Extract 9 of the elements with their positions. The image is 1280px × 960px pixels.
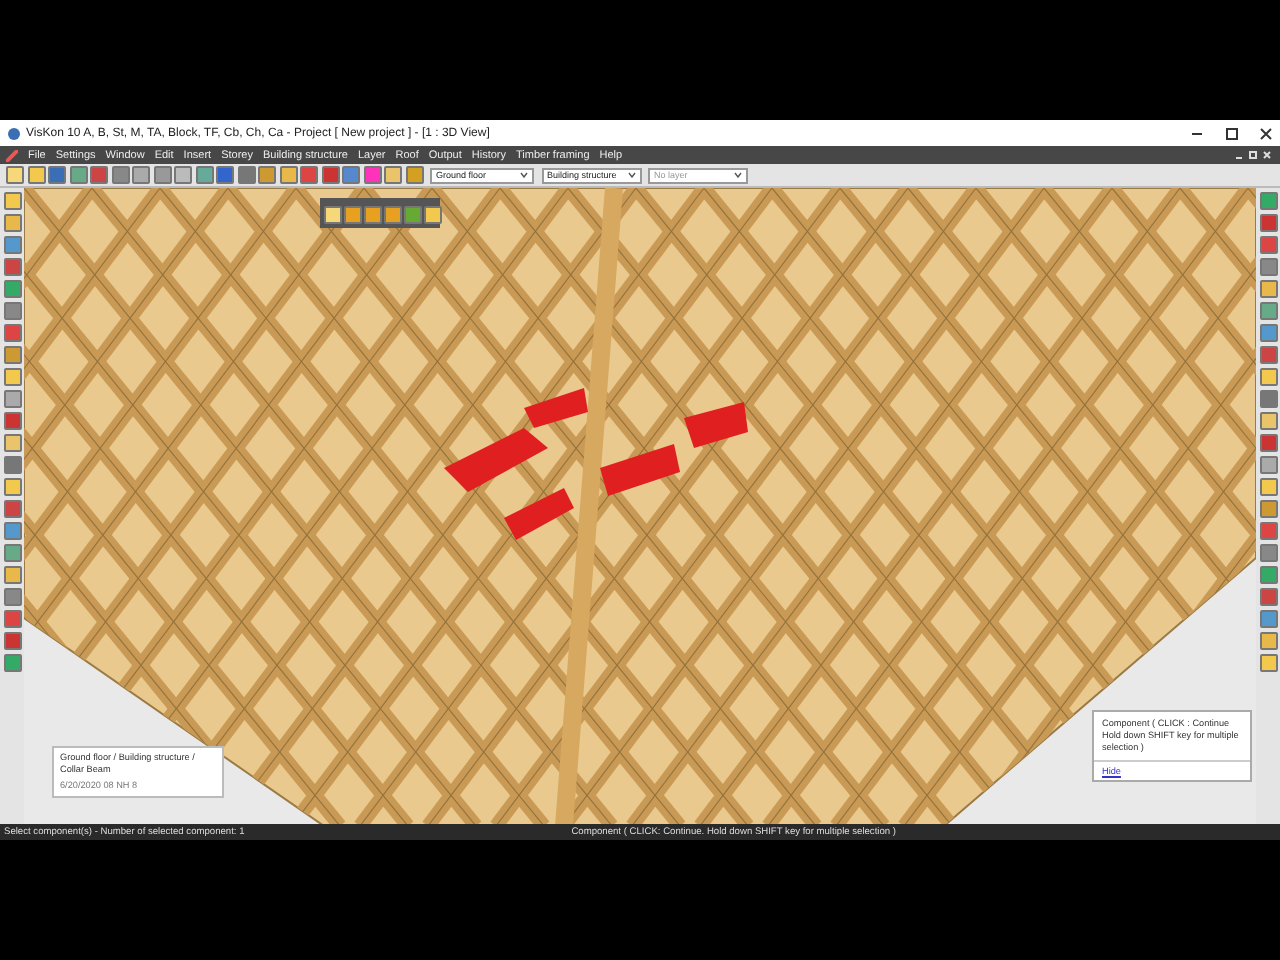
pencil-icon: [6, 149, 18, 161]
caret-icon: [734, 172, 742, 178]
close-icon[interactable]: [1260, 127, 1272, 139]
app-logo-icon: [8, 127, 20, 139]
caret-icon: [627, 172, 635, 178]
minimize-icon[interactable]: [1190, 127, 1204, 139]
window-controls-icon[interactable]: [1234, 150, 1274, 160]
maximize-icon[interactable]: [1226, 127, 1238, 139]
caret-icon: [520, 172, 528, 178]
